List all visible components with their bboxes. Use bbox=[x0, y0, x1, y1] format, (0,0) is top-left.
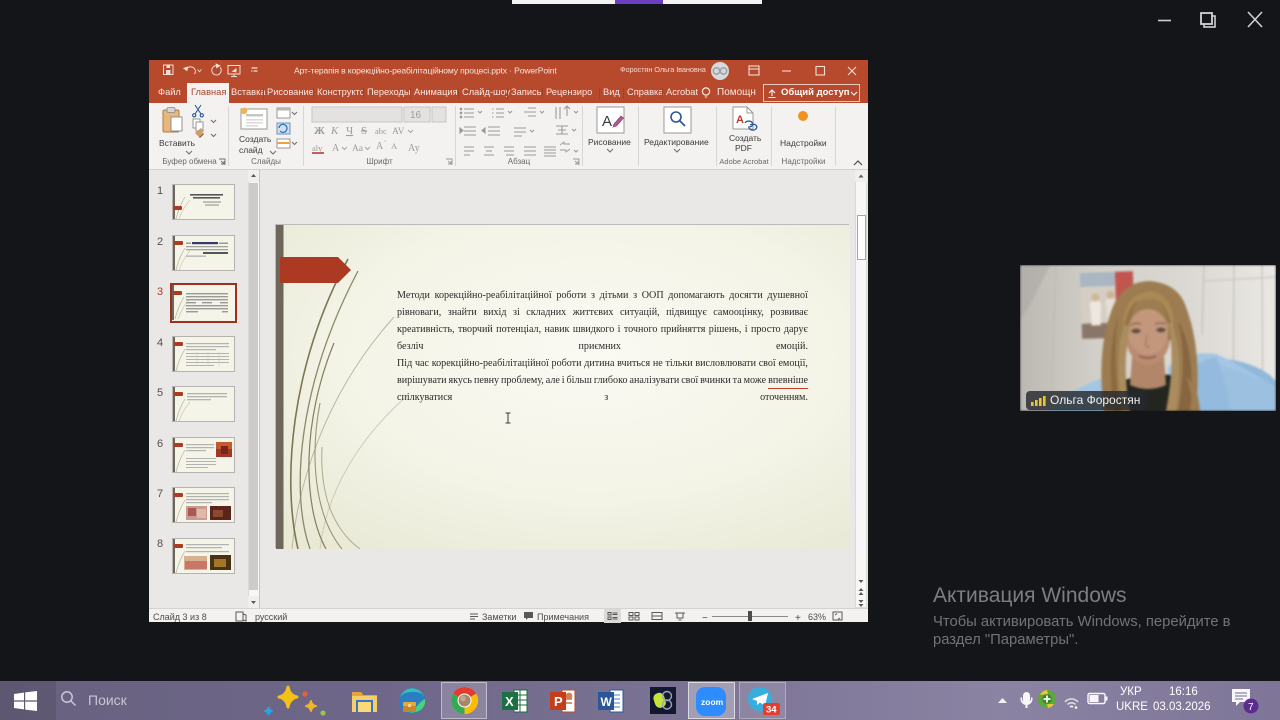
svg-text:aly: aly bbox=[312, 143, 323, 153]
svg-text:Ау: Ау bbox=[408, 143, 420, 154]
svg-text:Рисование: Рисование bbox=[588, 137, 631, 147]
svg-text:P: P bbox=[554, 694, 563, 709]
svg-text:7: 7 bbox=[1248, 702, 1254, 713]
svg-text:Ж: Ж bbox=[314, 125, 325, 137]
svg-text:PDF: PDF bbox=[735, 143, 752, 153]
svg-text:abc: abc bbox=[375, 126, 387, 136]
svg-text:слайд: слайд bbox=[239, 145, 263, 155]
svg-text:Надстройки: Надстройки bbox=[780, 138, 827, 148]
svg-text:А: А bbox=[602, 113, 612, 130]
svg-text:К: К bbox=[330, 125, 339, 137]
svg-text:Форостян Ольга Івановна: Форостян Ольга Івановна bbox=[620, 65, 707, 74]
svg-text:А: А bbox=[332, 143, 340, 154]
svg-text:Арт-терапія в корекційно-реабі: Арт-терапія в корекційно-реабілітаційном… bbox=[294, 66, 557, 76]
svg-text:Вставить: Вставить bbox=[159, 138, 196, 148]
svg-text:Создать: Создать bbox=[239, 134, 272, 144]
svg-text:Редактирование: Редактирование bbox=[644, 137, 709, 147]
svg-text:zoom: zoom bbox=[701, 697, 724, 707]
svg-text:W: W bbox=[601, 695, 613, 709]
svg-text:А: А bbox=[376, 141, 384, 152]
svg-text:AV: AV bbox=[392, 127, 405, 137]
svg-text:Создать: Создать bbox=[729, 133, 762, 143]
svg-text:16: 16 bbox=[410, 110, 422, 121]
svg-text:Ч: Ч bbox=[346, 125, 353, 137]
svg-text:А: А bbox=[391, 141, 398, 151]
svg-text:34: 34 bbox=[766, 705, 777, 716]
svg-text:X: X bbox=[505, 694, 514, 709]
svg-text:S: S bbox=[361, 125, 367, 137]
svg-text:Аа: Аа bbox=[352, 144, 364, 154]
svg-text:A: A bbox=[736, 114, 744, 126]
svg-text:ˆ: ˆ bbox=[384, 140, 387, 147]
